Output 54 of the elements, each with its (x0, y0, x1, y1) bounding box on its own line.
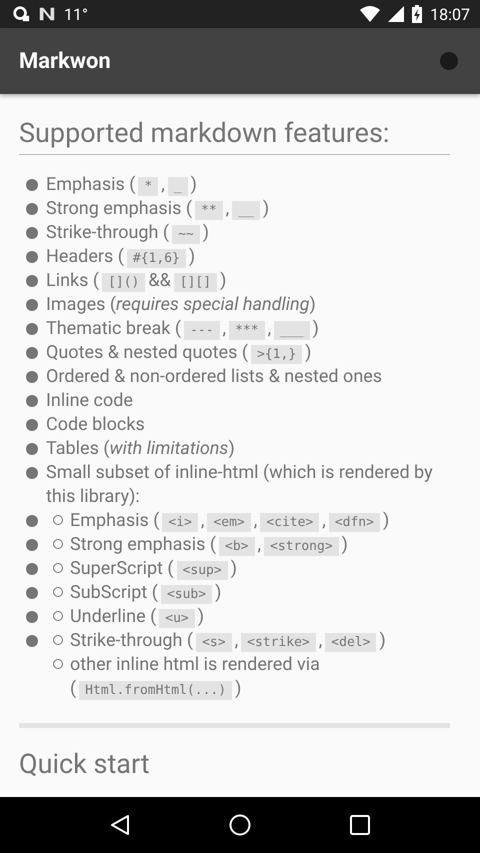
bullet-icon (26, 419, 38, 431)
bullet-icon (26, 371, 38, 383)
list-item-text: SubScript ( <sub> ) (70, 581, 222, 605)
settings-lock-icon (12, 5, 30, 23)
circle-bullet-icon (53, 611, 63, 621)
bullet-icon (26, 275, 38, 287)
list-item-text: Links ( []() && [][] ) (46, 269, 226, 293)
bullet-icon (26, 203, 38, 215)
list-item-text: Images (requires special handling) (46, 293, 316, 317)
circle-bullet-icon (53, 659, 63, 669)
list-item-text: Code blocks (46, 413, 145, 437)
battery-charging-icon (412, 5, 422, 23)
bullet-icon (26, 395, 38, 407)
circle-bullet-icon (53, 587, 63, 597)
circle-bullet-icon (53, 539, 63, 549)
list-item-text: Strike-through ( <s> , <strike> , <del> ) (70, 629, 386, 653)
signal-icon (388, 6, 404, 22)
list-item-text: Strong emphasis ( ** , __ ) (46, 197, 270, 221)
list-item-text: Emphasis ( * , _ ) (46, 173, 197, 197)
circle-bullet-icon (53, 515, 63, 525)
list-item-text: Headers ( #{1,6} ) (46, 245, 196, 269)
wifi-icon (360, 6, 380, 22)
home-icon[interactable] (228, 814, 251, 836)
n-icon (38, 5, 56, 23)
section-heading: Quick start (19, 748, 151, 780)
dot-icon[interactable] (440, 52, 458, 70)
list-item-text: SuperScript ( <sup> ) (70, 557, 237, 581)
circle-bullet-icon (53, 563, 63, 573)
bullet-icon (26, 347, 38, 359)
app-title: Markwon (19, 48, 111, 74)
circle-bullet-icon (53, 635, 63, 645)
list-item-text: Strike-through ( ~~ ) (46, 221, 210, 245)
bullet-icon (26, 251, 38, 263)
bullet-icon (26, 179, 38, 191)
list-item-text: Ordered & non-ordered lists & nested ones (46, 365, 382, 389)
list-item-text: other inline html is rendered via ( Html.fromHtml(...) ) (70, 653, 321, 701)
list-item-text: Emphasis ( <i> , <em> , <cite> , <dfn> ) (70, 509, 390, 533)
list-item-text: Small subset of inline-html (which is rendered by this library): (46, 461, 434, 509)
bullet-icon (26, 443, 38, 455)
bullet-icon (26, 467, 38, 479)
bullet-icon (26, 227, 38, 239)
temperature-text: 11° (64, 4, 88, 24)
list-item-text: Inline code (46, 389, 133, 413)
list-item-text: Quotes & nested quotes ( >{1,} ) (46, 341, 312, 365)
list-item-text: Underline ( <u> ) (70, 605, 204, 629)
list-item-text: Strong emphasis ( <b> , <strong> ) (70, 533, 348, 557)
recents-icon[interactable] (350, 815, 370, 835)
back-icon[interactable] (110, 814, 130, 836)
list-item-text: Thematic break ( --- , *** , ___ ) (46, 317, 319, 341)
section-heading: Supported markdown features: (19, 116, 390, 150)
clock-text: 18:07 (430, 4, 470, 24)
list-item-text: Tables (with limitations) (46, 437, 235, 461)
bullet-icon (26, 323, 38, 335)
bullet-icon (26, 299, 38, 311)
